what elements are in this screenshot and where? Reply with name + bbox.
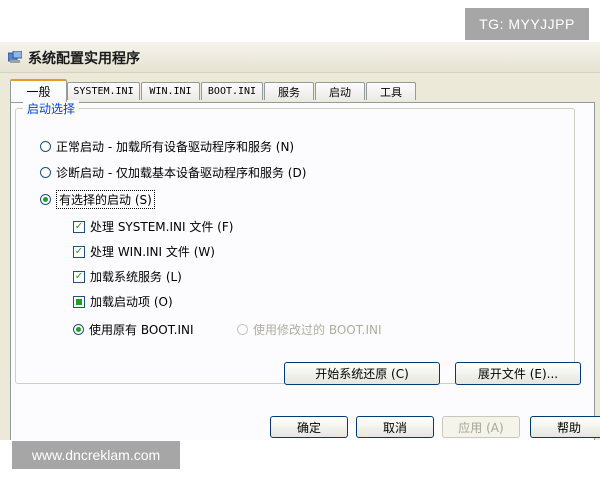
help-button[interactable]: 帮助 bbox=[530, 416, 600, 438]
use-original-boot-label: 使用原有 BOOT.INI bbox=[89, 323, 194, 337]
process-system-ini-option[interactable]: ✓ 处理 SYSTEM.INI 文件 (F) bbox=[73, 218, 233, 235]
watermark-top: TG: MYYJJPP bbox=[465, 8, 589, 40]
tab-startup[interactable]: 启动 bbox=[315, 82, 365, 100]
tab-tools[interactable]: 工具 bbox=[366, 82, 416, 100]
use-modified-boot-option[interactable]: 使用修改过的 BOOT.INI bbox=[237, 321, 382, 338]
cancel-button[interactable]: 取消 bbox=[356, 416, 434, 438]
process-win-ini-label: 处理 WIN.INI 文件 (W) bbox=[90, 245, 215, 259]
load-services-checkbox[interactable]: ✓ bbox=[73, 270, 85, 283]
tab-general[interactable]: 一般 bbox=[10, 79, 67, 102]
normal-startup-option[interactable]: 正常启动 - 加载所有设备驱动程序和服务 (N) bbox=[40, 138, 294, 155]
diagnostic-startup-option[interactable]: 诊断启动 - 仅加载基本设备驱动程序和服务 (D) bbox=[40, 164, 306, 181]
apply-button[interactable]: 应用 (A) bbox=[442, 416, 520, 438]
selective-startup-radio[interactable] bbox=[40, 194, 51, 205]
system-config-window: 系统配置实用程序 一般 SYSTEM.INI WIN.INI BOOT.INI … bbox=[0, 42, 600, 440]
process-win-ini-option[interactable]: ✓ 处理 WIN.INI 文件 (W) bbox=[73, 243, 215, 260]
expand-file-button[interactable]: 展开文件 (E)... bbox=[455, 362, 581, 385]
startup-selection-label: 启动选择 bbox=[23, 100, 80, 117]
process-system-ini-checkbox[interactable]: ✓ bbox=[73, 220, 85, 233]
normal-startup-label: 正常启动 - 加载所有设备驱动程序和服务 (N) bbox=[56, 140, 295, 154]
load-startup-items-option[interactable]: 加载启动项 (O) bbox=[73, 293, 173, 310]
window-title: 系统配置实用程序 bbox=[28, 51, 140, 67]
msconfig-app-icon bbox=[8, 51, 22, 63]
selective-startup-label: 有选择的启动 (S) bbox=[56, 190, 155, 209]
use-original-boot-radio[interactable] bbox=[73, 324, 84, 335]
watermark-bottom: www.dncreklam.com bbox=[12, 441, 180, 469]
diagnostic-startup-label: 诊断启动 - 仅加载基本设备驱动程序和服务 (D) bbox=[56, 166, 307, 180]
diagnostic-startup-radio[interactable] bbox=[40, 167, 51, 178]
load-startup-items-label: 加载启动项 (O) bbox=[90, 295, 173, 309]
process-win-ini-checkbox[interactable]: ✓ bbox=[73, 245, 85, 258]
tab-win-ini[interactable]: WIN.INI bbox=[141, 82, 200, 100]
selective-startup-option[interactable]: 有选择的启动 (S) bbox=[40, 190, 155, 209]
use-modified-boot-label: 使用修改过的 BOOT.INI bbox=[253, 323, 382, 337]
normal-startup-radio[interactable] bbox=[40, 141, 51, 152]
tab-system-ini[interactable]: SYSTEM.INI bbox=[67, 82, 140, 100]
tab-boot-ini[interactable]: BOOT.INI bbox=[201, 82, 263, 100]
tab-services[interactable]: 服务 bbox=[264, 82, 314, 100]
load-services-label: 加载系统服务 (L) bbox=[90, 270, 182, 284]
title-bar[interactable]: 系统配置实用程序 bbox=[0, 42, 600, 73]
process-system-ini-label: 处理 SYSTEM.INI 文件 (F) bbox=[90, 220, 234, 234]
load-services-option[interactable]: ✓ 加载系统服务 (L) bbox=[73, 268, 182, 285]
ok-button[interactable]: 确定 bbox=[270, 416, 348, 438]
start-system-restore-button[interactable]: 开始系统还原 (C) bbox=[284, 362, 440, 385]
load-startup-items-checkbox[interactable] bbox=[73, 295, 85, 308]
use-original-boot-option[interactable]: 使用原有 BOOT.INI bbox=[73, 321, 194, 338]
use-modified-boot-radio[interactable] bbox=[237, 324, 248, 335]
